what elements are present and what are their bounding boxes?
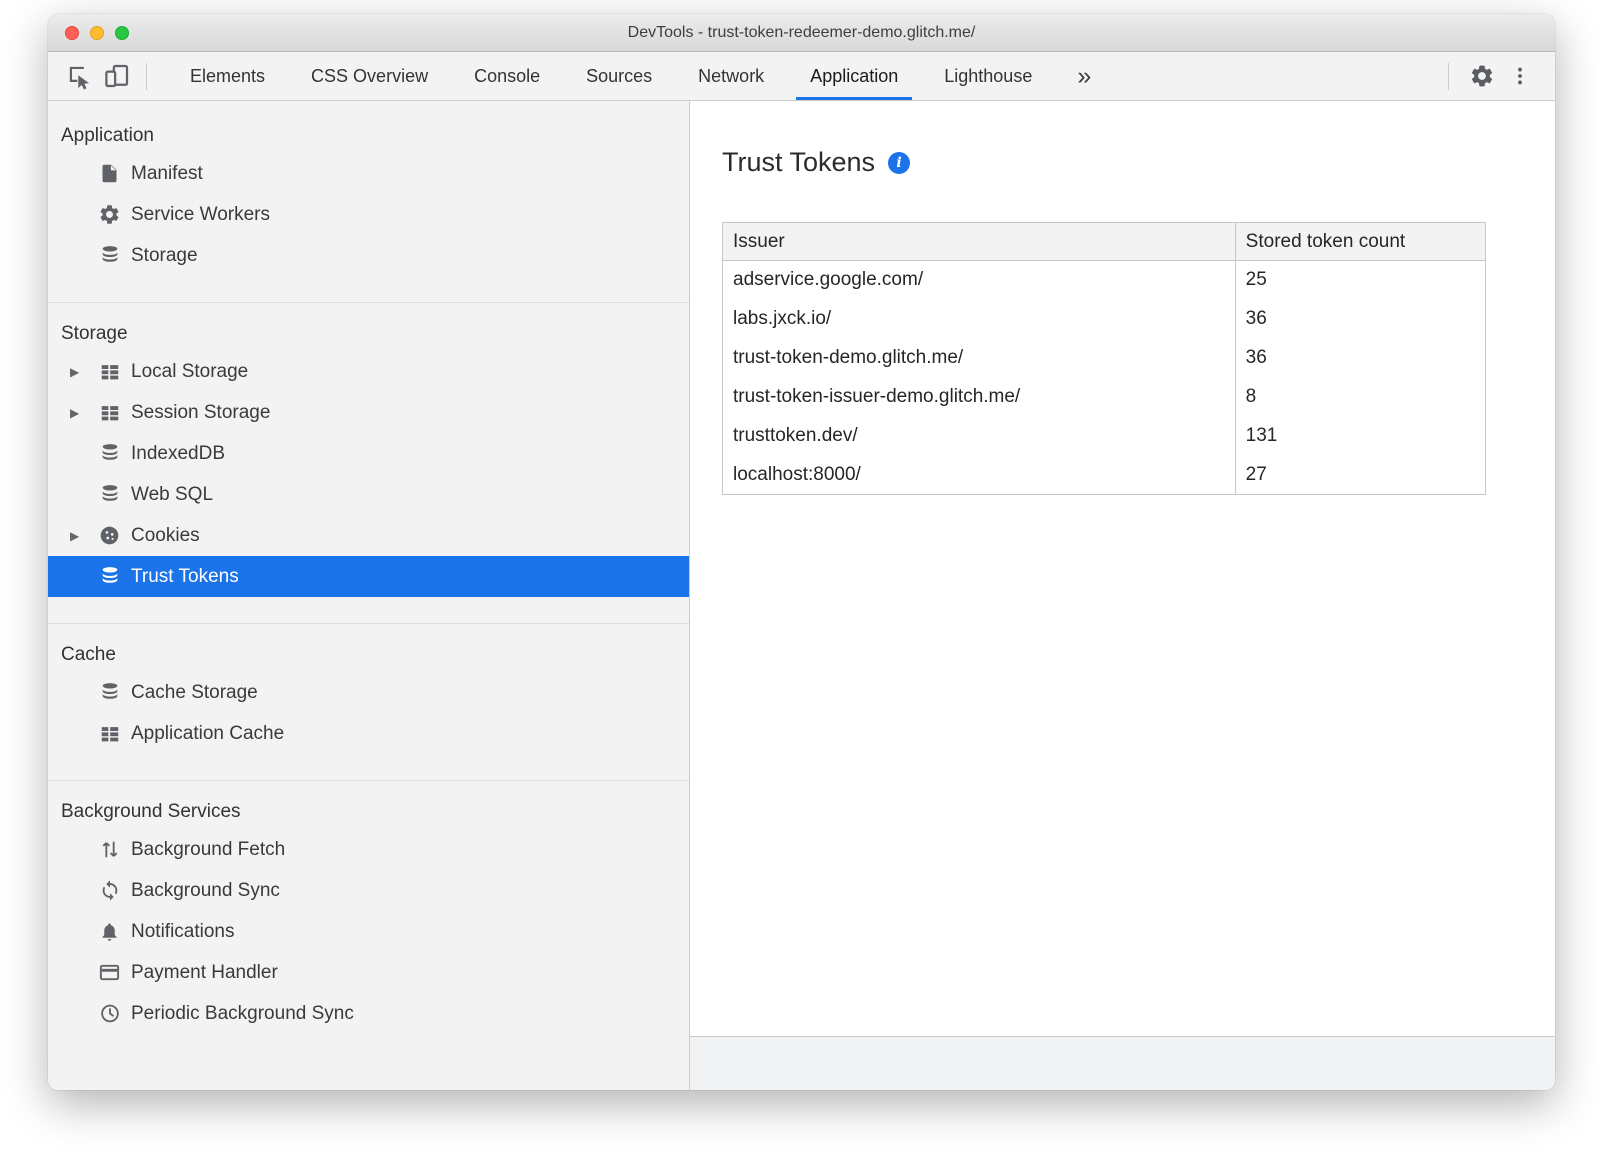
table-row[interactable]: trusttoken.dev/ 131 — [723, 417, 1486, 456]
application-panel: Application Manifest Service Workers — [48, 101, 1555, 1090]
up-down-arrows-icon — [97, 838, 122, 861]
issuer-cell: trusttoken.dev/ — [723, 417, 1236, 456]
table-grid-icon — [97, 401, 122, 424]
database-icon — [97, 442, 122, 465]
fullscreen-window-button[interactable] — [115, 26, 129, 40]
database-icon — [97, 244, 122, 267]
toolbar-right-controls — [1448, 57, 1555, 95]
table-grid-icon — [97, 360, 122, 383]
desktop: { "window": { "title": "DevTools - trust… — [0, 0, 1600, 1167]
sidebar-item-indexeddb[interactable]: IndexedDB — [48, 433, 689, 474]
expand-icon[interactable]: ▶ — [70, 365, 97, 379]
page-title-text: Trust Tokens — [722, 147, 875, 178]
database-icon — [97, 483, 122, 506]
more-tabs-icon[interactable]: » — [1069, 54, 1099, 98]
trust-tokens-content: Trust Tokens i Issuer Stored token count… — [690, 101, 1555, 1036]
database-icon — [97, 565, 122, 588]
sidebar-item-local-storage[interactable]: ▶ Local Storage — [48, 351, 689, 392]
sidebar-section-application: Application Manifest Service Workers — [48, 109, 689, 302]
devtools-tabbar: Elements CSS Overview Console Sources Ne… — [48, 52, 1555, 101]
sidebar-item-cookies[interactable]: ▶ Cookies — [48, 515, 689, 556]
application-sidebar: Application Manifest Service Workers — [48, 101, 690, 1090]
toolbar-separator — [146, 63, 147, 90]
device-toolbar-icon[interactable] — [98, 57, 136, 95]
devtools-window: DevTools - trust-token-redeemer-demo.gli… — [48, 14, 1555, 1090]
issuer-cell: adservice.google.com/ — [723, 261, 1236, 300]
count-cell: 25 — [1235, 261, 1485, 300]
sidebar-item-cache-storage[interactable]: Cache Storage — [48, 672, 689, 713]
count-cell: 131 — [1235, 417, 1485, 456]
inspect-element-icon[interactable] — [60, 57, 98, 95]
issuer-cell: labs.jxck.io/ — [723, 300, 1236, 339]
count-cell: 27 — [1235, 456, 1485, 495]
column-header-stored-token-count: Stored token count — [1235, 223, 1485, 261]
tab-elements[interactable]: Elements — [167, 52, 288, 100]
sidebar-item-payment-handler[interactable]: Payment Handler — [48, 952, 689, 993]
sidebar-item-trust-tokens[interactable]: Trust Tokens — [48, 556, 689, 597]
issuer-cell: trust-token-demo.glitch.me/ — [723, 339, 1236, 378]
issuer-cell: localhost:8000/ — [723, 456, 1236, 495]
tab-sources[interactable]: Sources — [563, 52, 675, 100]
table-header-row: Issuer Stored token count — [723, 223, 1486, 261]
trust-tokens-view: Trust Tokens i Issuer Stored token count… — [690, 101, 1555, 1090]
kebab-menu-icon[interactable] — [1501, 57, 1539, 95]
trust-tokens-table: Issuer Stored token count adservice.goog… — [722, 222, 1486, 495]
tab-network[interactable]: Network — [675, 52, 787, 100]
gear-icon — [97, 203, 122, 226]
sidebar-item-web-sql[interactable]: Web SQL — [48, 474, 689, 515]
status-bar — [690, 1036, 1555, 1090]
minimize-window-button[interactable] — [90, 26, 104, 40]
count-cell: 8 — [1235, 378, 1485, 417]
settings-gear-icon[interactable] — [1463, 57, 1501, 95]
tab-lighthouse[interactable]: Lighthouse — [921, 52, 1055, 100]
issuer-cell: trust-token-issuer-demo.glitch.me/ — [723, 378, 1236, 417]
sidebar-item-manifest[interactable]: Manifest — [48, 153, 689, 194]
expand-icon[interactable]: ▶ — [70, 529, 97, 543]
expand-icon[interactable]: ▶ — [70, 406, 97, 420]
table-row[interactable]: labs.jxck.io/ 36 — [723, 300, 1486, 339]
table-row[interactable]: localhost:8000/ 27 — [723, 456, 1486, 495]
traffic-lights — [65, 26, 129, 40]
sync-arrows-icon — [97, 879, 122, 902]
sidebar-item-background-sync[interactable]: Background Sync — [48, 870, 689, 911]
info-icon[interactable]: i — [888, 152, 910, 174]
window-title: DevTools - trust-token-redeemer-demo.gli… — [48, 14, 1555, 51]
count-cell: 36 — [1235, 300, 1485, 339]
section-title: Cache — [48, 638, 689, 672]
section-title: Background Services — [48, 795, 689, 829]
sidebar-section-storage: Storage ▶ Local Storage ▶ Session Storag… — [48, 302, 689, 623]
page-title: Trust Tokens i — [722, 147, 1555, 178]
column-header-issuer: Issuer — [723, 223, 1236, 261]
sidebar-item-notifications[interactable]: Notifications — [48, 911, 689, 952]
sidebar-section-background-services: Background Services Background Fetch Bac… — [48, 780, 689, 1060]
document-icon — [97, 162, 122, 185]
titlebar: DevTools - trust-token-redeemer-demo.gli… — [48, 14, 1555, 52]
tab-console[interactable]: Console — [451, 52, 563, 100]
sidebar-item-periodic-background-sync[interactable]: Periodic Background Sync — [48, 993, 689, 1034]
sidebar-item-session-storage[interactable]: ▶ Session Storage — [48, 392, 689, 433]
sidebar-item-application-cache[interactable]: Application Cache — [48, 713, 689, 754]
sidebar-section-cache: Cache Cache Storage Application Cache — [48, 623, 689, 780]
toolbar-separator — [1448, 63, 1449, 90]
table-row[interactable]: trust-token-issuer-demo.glitch.me/ 8 — [723, 378, 1486, 417]
close-window-button[interactable] — [65, 26, 79, 40]
table-grid-icon — [97, 722, 122, 745]
clock-icon — [97, 1002, 122, 1025]
tab-application[interactable]: Application — [787, 52, 921, 100]
section-title: Storage — [48, 317, 689, 351]
bell-icon — [97, 920, 122, 943]
sidebar-item-storage[interactable]: Storage — [48, 235, 689, 276]
count-cell: 36 — [1235, 339, 1485, 378]
table-row[interactable]: trust-token-demo.glitch.me/ 36 — [723, 339, 1486, 378]
sidebar-item-background-fetch[interactable]: Background Fetch — [48, 829, 689, 870]
tab-css-overview[interactable]: CSS Overview — [288, 52, 451, 100]
panel-tabs: Elements CSS Overview Console Sources Ne… — [167, 52, 1055, 100]
cookie-icon — [97, 524, 122, 547]
sidebar-item-service-workers[interactable]: Service Workers — [48, 194, 689, 235]
database-icon — [97, 681, 122, 704]
credit-card-icon — [97, 961, 122, 984]
table-row[interactable]: adservice.google.com/ 25 — [723, 261, 1486, 300]
section-title: Application — [48, 119, 689, 153]
